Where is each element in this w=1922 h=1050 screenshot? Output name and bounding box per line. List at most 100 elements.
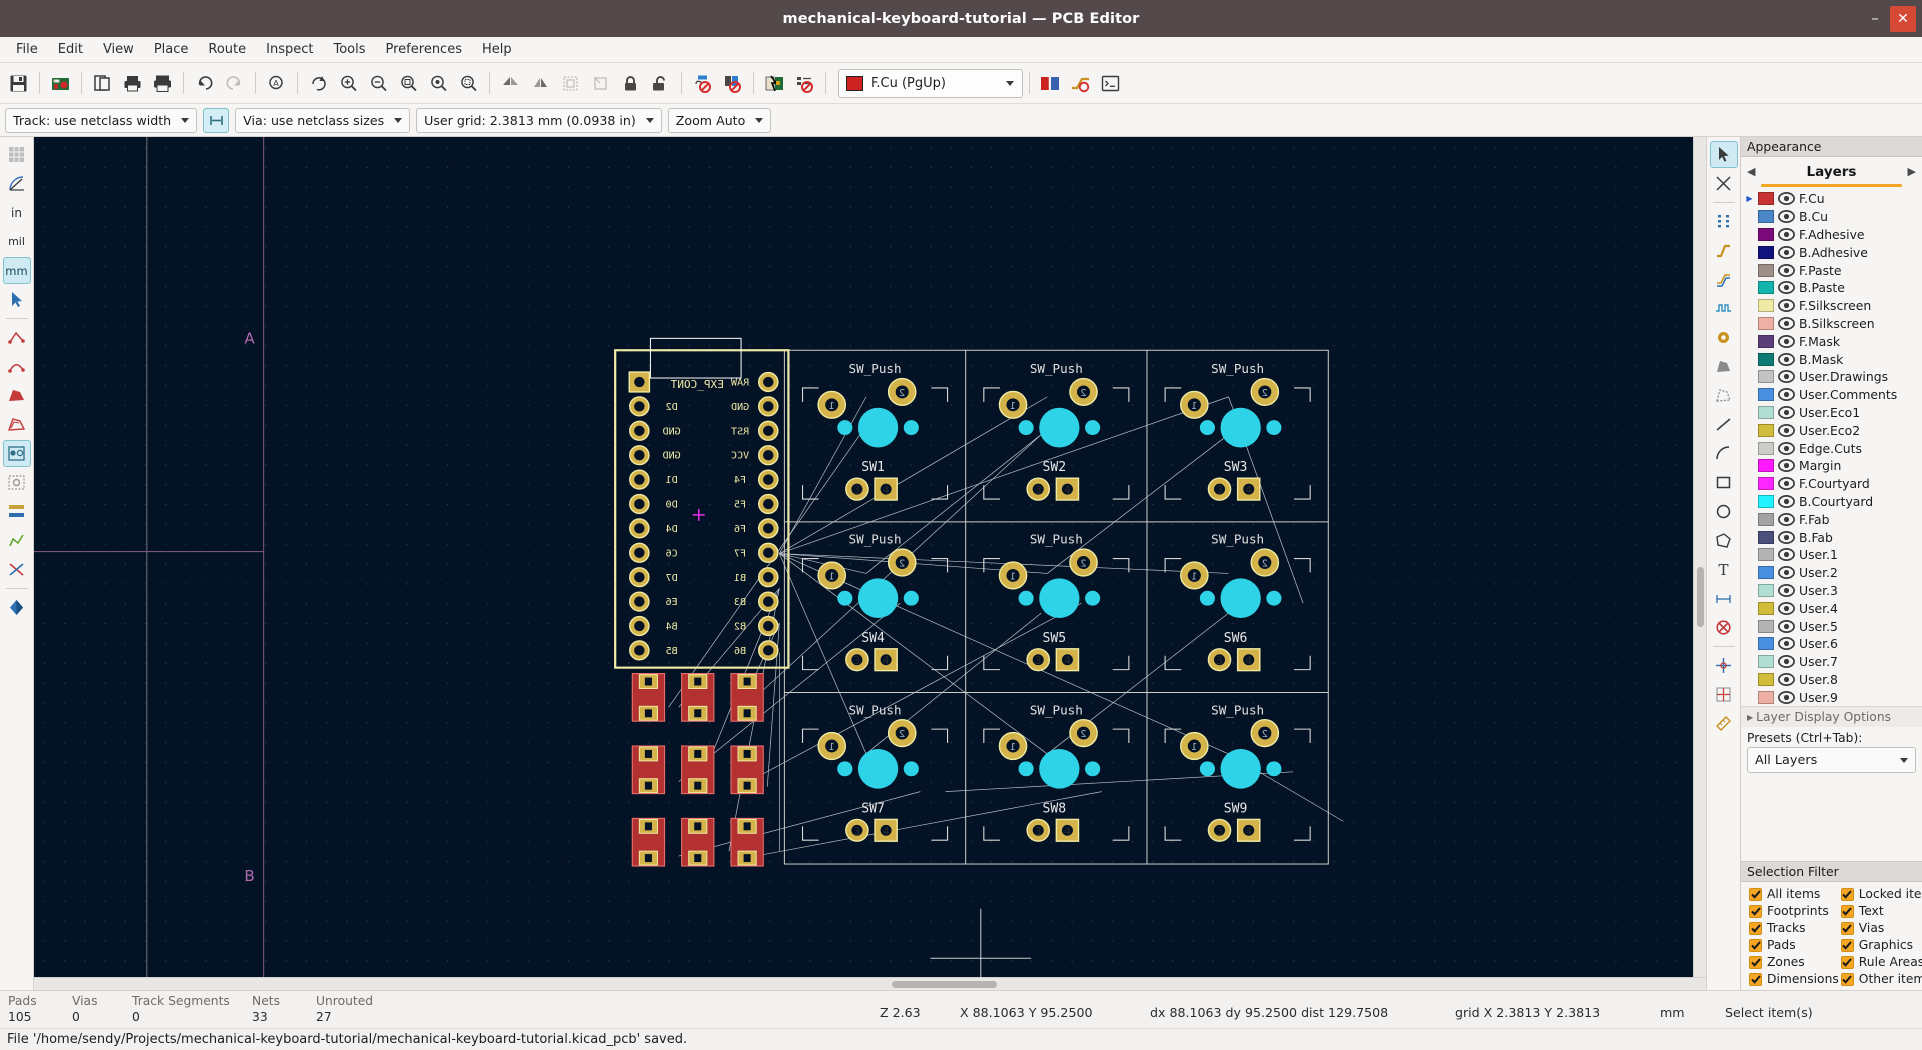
- selection-filter-item-text[interactable]: Text: [1841, 904, 1922, 918]
- units-mils-icon[interactable]: mil: [3, 228, 31, 255]
- grid-selector[interactable]: User grid: 2.3813 mm (0.0938 in): [416, 108, 662, 133]
- diode-footprint[interactable]: [632, 674, 664, 722]
- menu-tools[interactable]: Tools: [323, 39, 375, 60]
- layer-color-swatch[interactable]: [1758, 228, 1774, 241]
- diode-footprint[interactable]: [682, 818, 714, 866]
- eye-icon[interactable]: [1778, 637, 1795, 650]
- layer-color-swatch[interactable]: [1758, 673, 1774, 686]
- diode-footprint[interactable]: [682, 746, 714, 794]
- scrollbar-thumb[interactable]: [892, 981, 997, 988]
- eye-icon[interactable]: [1778, 620, 1795, 633]
- menu-view[interactable]: View: [93, 39, 144, 60]
- menu-help[interactable]: Help: [472, 39, 522, 60]
- selection-filter-item-dimensions[interactable]: Dimensions: [1749, 972, 1839, 986]
- print-icon[interactable]: [118, 68, 147, 98]
- router-settings-icon[interactable]: [1066, 68, 1095, 98]
- layer-color-swatch[interactable]: [1758, 317, 1774, 330]
- delete-tool-icon[interactable]: [1710, 614, 1738, 641]
- set-origin-icon[interactable]: [1710, 652, 1738, 679]
- layer-color-swatch[interactable]: [1758, 566, 1774, 579]
- checkbox-checked-icon[interactable]: [1749, 922, 1762, 935]
- layer-color-swatch[interactable]: [1758, 477, 1774, 490]
- layer-color-swatch[interactable]: [1758, 424, 1774, 437]
- selection-filter-item-footprints[interactable]: Footprints: [1749, 904, 1839, 918]
- diode-footprint[interactable]: [682, 674, 714, 722]
- zoom-area-icon[interactable]: [454, 68, 483, 98]
- route-tracks-icon[interactable]: [1710, 237, 1738, 264]
- appearance-active-tab[interactable]: Layers: [1807, 164, 1857, 180]
- layer-row-user-6[interactable]: User.6: [1743, 635, 1922, 653]
- layer-row-b-fab[interactable]: B.Fab: [1743, 528, 1922, 546]
- layer-row-edge-cuts[interactable]: Edge.Cuts: [1743, 439, 1922, 457]
- layer-color-swatch[interactable]: [1758, 459, 1774, 472]
- ratsnest-curved-icon[interactable]: [3, 353, 31, 380]
- layer-row-f-fab[interactable]: F.Fab: [1743, 510, 1922, 528]
- chevron-left-icon[interactable]: ◀: [1747, 165, 1755, 178]
- eye-icon[interactable]: [1778, 531, 1795, 544]
- eye-icon[interactable]: [1778, 602, 1795, 615]
- eye-icon[interactable]: [1778, 548, 1795, 561]
- layer-row-f-mask[interactable]: F.Mask: [1743, 332, 1922, 350]
- selection-filter-item-rule-areas[interactable]: Rule Areas: [1841, 955, 1922, 969]
- toggle-grid-icon[interactable]: [3, 141, 31, 168]
- save-icon[interactable]: [4, 68, 33, 98]
- layer-row-user-5[interactable]: User.5: [1743, 617, 1922, 635]
- diode-footprint[interactable]: [731, 674, 763, 722]
- layer-color-swatch[interactable]: [1758, 246, 1774, 259]
- eye-icon[interactable]: [1778, 281, 1795, 294]
- layer-color-swatch[interactable]: [1758, 531, 1774, 544]
- layer-row-b-cu[interactable]: B.Cu: [1743, 208, 1922, 226]
- toggle-ratsnest-icon[interactable]: [3, 324, 31, 351]
- eye-icon[interactable]: [1778, 495, 1795, 508]
- checkbox-checked-icon[interactable]: [1749, 888, 1762, 901]
- set-grid-origin-icon[interactable]: [1710, 681, 1738, 708]
- toggle-cursor-icon[interactable]: [3, 286, 31, 313]
- track-width-selector[interactable]: Track: use netclass width: [5, 108, 197, 133]
- lock-icon[interactable]: [616, 68, 645, 98]
- eye-icon[interactable]: [1778, 584, 1795, 597]
- layer-color-swatch[interactable]: [1758, 406, 1774, 419]
- checkbox-checked-icon[interactable]: [1841, 956, 1854, 969]
- scripting-console-icon[interactable]: [1096, 68, 1125, 98]
- page-settings-icon[interactable]: [88, 68, 117, 98]
- tune-length-icon[interactable]: [1710, 295, 1738, 322]
- diode-footprint[interactable]: [731, 746, 763, 794]
- toggle-contrast-mode-icon[interactable]: [3, 594, 31, 621]
- layer-row-b-courtyard[interactable]: B.Courtyard: [1743, 493, 1922, 511]
- layer-color-swatch[interactable]: [1758, 442, 1774, 455]
- add-dimension-icon[interactable]: [1710, 585, 1738, 612]
- refresh-icon[interactable]: [304, 68, 333, 98]
- toggle-zone-filled-icon[interactable]: [3, 382, 31, 409]
- rotate-ccw-icon[interactable]: [556, 68, 585, 98]
- draw-rectangle-icon[interactable]: [1710, 469, 1738, 496]
- undo-icon[interactable]: [190, 68, 219, 98]
- plot-icon[interactable]: [148, 68, 177, 98]
- toggle-graphics-sketch-icon[interactable]: [3, 527, 31, 554]
- eye-icon[interactable]: [1778, 406, 1795, 419]
- layer-display-options-toggle[interactable]: ▶ Layer Display Options: [1741, 706, 1922, 727]
- eye-icon[interactable]: [1778, 210, 1795, 223]
- route-diff-pair-icon[interactable]: [1710, 266, 1738, 293]
- layer-color-swatch[interactable]: [1758, 655, 1774, 668]
- update-pcb-from-schematic-icon[interactable]: [760, 68, 789, 98]
- layer-row-user-8[interactable]: User.8: [1743, 671, 1922, 689]
- checkbox-checked-icon[interactable]: [1749, 973, 1762, 986]
- diode-footprint[interactable]: [632, 746, 664, 794]
- layer-color-swatch[interactable]: [1758, 548, 1774, 561]
- layer-color-swatch[interactable]: [1758, 495, 1774, 508]
- draw-zone-icon[interactable]: [1710, 353, 1738, 380]
- selection-filter-item-locked-items[interactable]: Locked items: [1841, 887, 1922, 901]
- layer-row-user-drawings[interactable]: User.Drawings: [1743, 368, 1922, 386]
- eye-icon[interactable]: [1778, 477, 1795, 490]
- eye-icon[interactable]: [1778, 388, 1795, 401]
- checkbox-checked-icon[interactable]: [1841, 973, 1854, 986]
- zoom-fit-page-icon[interactable]: [394, 68, 423, 98]
- eye-icon[interactable]: [1778, 370, 1795, 383]
- pcb-drawing[interactable]: A B: [34, 137, 1706, 990]
- toggle-pads-sketch-icon[interactable]: [3, 440, 31, 467]
- net-highlight-icon[interactable]: [718, 68, 747, 98]
- draw-arc-icon[interactable]: [1710, 440, 1738, 467]
- layer-row-b-silkscreen[interactable]: B.Silkscreen: [1743, 315, 1922, 333]
- layer-row-user-1[interactable]: User.1: [1743, 546, 1922, 564]
- measure-tool-icon[interactable]: [1710, 710, 1738, 737]
